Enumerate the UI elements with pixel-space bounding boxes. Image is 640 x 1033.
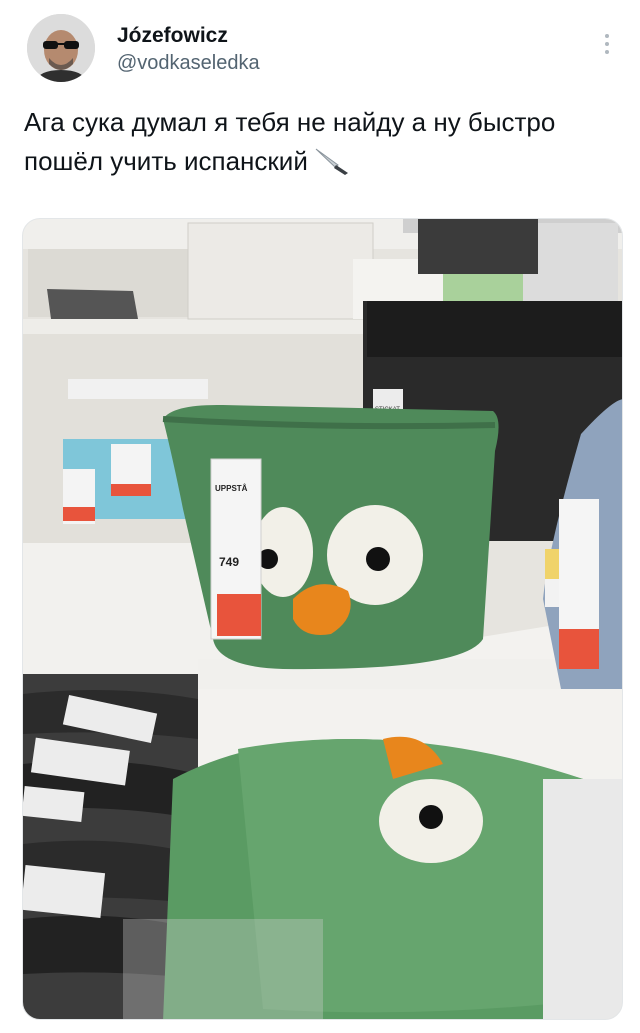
price-tag-product: UPPSTÅ	[215, 484, 248, 493]
photo-illustration: STICKAT UPPSTÅ 749	[23, 219, 622, 1019]
knife-icon	[312, 146, 352, 176]
avatar[interactable]	[27, 14, 95, 82]
display-name[interactable]: Józefowicz	[117, 24, 260, 48]
tweet-body: Ага сука думал я тебя не найду а ну быст…	[24, 107, 556, 176]
tweet-header: Józefowicz @vodkaseledka	[27, 14, 617, 86]
tweet-card: Józefowicz @vodkaseledka Ага сука думал …	[0, 0, 640, 1033]
more-options-icon[interactable]	[599, 30, 615, 58]
author-names: Józefowicz @vodkaseledka	[117, 24, 260, 76]
tweet-text: Ага сука думал я тебя не найду а ну быст…	[24, 103, 616, 181]
handle[interactable]: @vodkaseledka	[117, 50, 260, 76]
price-tag-price: 749	[219, 555, 239, 569]
tweet-photo[interactable]: STICKAT UPPSTÅ 749	[22, 218, 623, 1020]
